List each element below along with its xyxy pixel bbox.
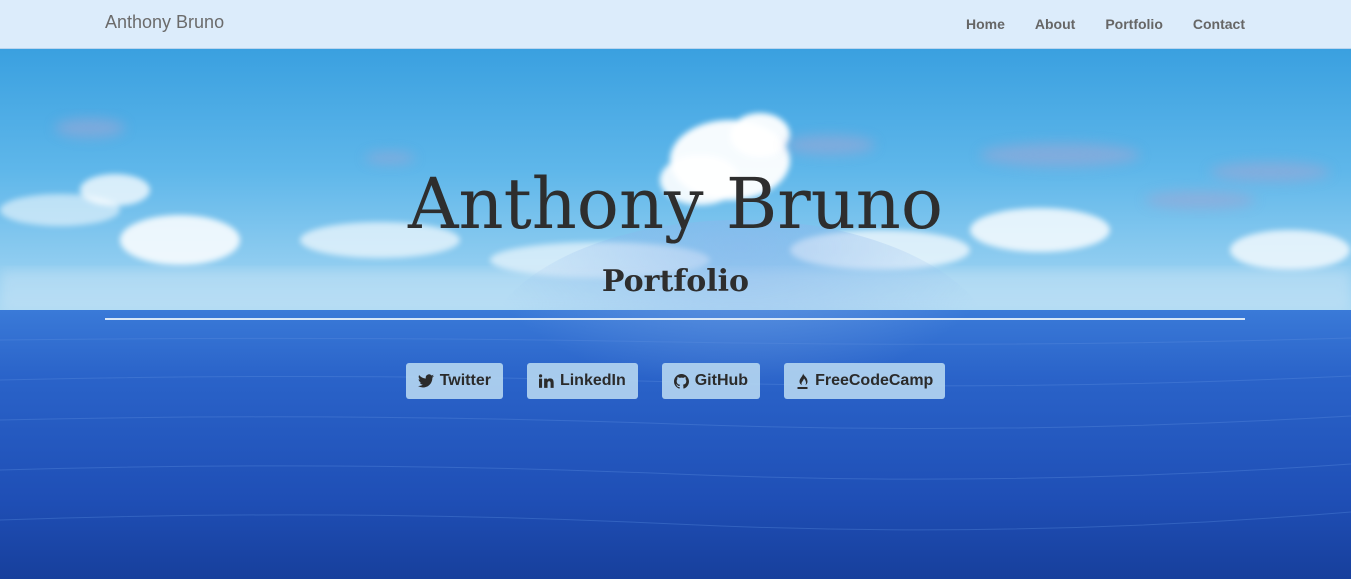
github-label: GitHub: [694, 372, 749, 389]
github-icon: [673, 373, 689, 389]
linkedin-button[interactable]: LinkedIn: [526, 363, 638, 399]
freecodecamp-button[interactable]: FreeCodeCamp: [784, 363, 946, 399]
hero-subtitle: Portfolio: [601, 264, 750, 299]
fire-icon: [796, 373, 809, 389]
hero-title: Anthony Bruno: [407, 163, 944, 245]
nav-link-contact[interactable]: Contact: [1178, 0, 1245, 48]
nav-item-portfolio: Portfolio: [1090, 0, 1178, 48]
github-button[interactable]: GitHub: [661, 363, 761, 399]
nav-link-about[interactable]: About: [1020, 0, 1090, 48]
linkedin-icon: [538, 374, 554, 388]
hero-divider: [105, 318, 1245, 320]
nav-item-contact: Contact: [1178, 0, 1245, 48]
social-links: Twitter LinkedIn GitHub FreeCodeCamp: [0, 363, 1351, 399]
twitter-icon: [417, 374, 434, 388]
hero-section: Anthony Bruno Portfolio Twitter LinkedIn: [0, 48, 1351, 579]
page: Anthony Bruno Home About Portfolio Conta…: [0, 0, 1351, 579]
freecodecamp-label: FreeCodeCamp: [815, 372, 934, 389]
navbar: Anthony Bruno Home About Portfolio Conta…: [0, 0, 1351, 49]
nav-item-about: About: [1020, 0, 1090, 48]
navbar-brand-link[interactable]: Anthony Bruno: [105, 12, 224, 33]
nav-links: Home About Portfolio Contact: [951, 0, 1245, 48]
nav-link-portfolio[interactable]: Portfolio: [1090, 0, 1178, 48]
linkedin-label: LinkedIn: [559, 372, 626, 389]
twitter-label: Twitter: [439, 372, 491, 389]
twitter-button[interactable]: Twitter: [405, 363, 503, 399]
nav-item-home: Home: [951, 0, 1020, 48]
nav-link-home[interactable]: Home: [951, 0, 1020, 48]
